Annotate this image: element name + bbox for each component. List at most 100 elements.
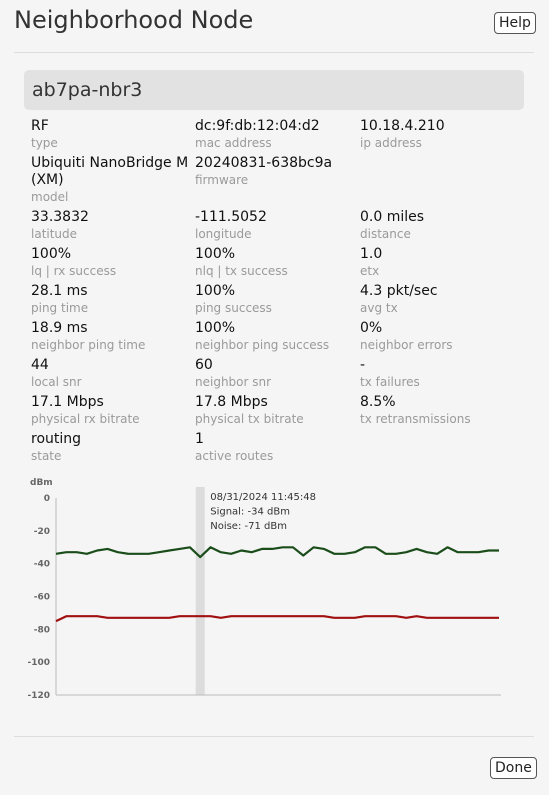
detail-label: etx: [360, 264, 380, 278]
y-tick-label: 0: [44, 494, 50, 504]
detail-cell: 1.0 etx: [360, 246, 521, 283]
detail-label: neighbor ping success: [195, 338, 330, 352]
detail-value: 100%: [195, 283, 236, 299]
detail-value: 100%: [31, 246, 72, 262]
detail-label: model: [31, 190, 69, 204]
detail-value: 20240831-638bc9a: [195, 155, 333, 171]
hover-tooltip-line: Signal: -34 dBm: [210, 507, 290, 518]
detail-cell: 20240831-638bc9a firmware: [195, 155, 360, 209]
detail-label: neighbor snr: [195, 375, 272, 389]
detail-label: local snr: [31, 375, 82, 389]
detail-row: 33.3832 latitude -111.5052 longitude 0.0 mil…: [31, 209, 521, 246]
detail-label: type: [31, 136, 58, 150]
y-tick-label: -40: [34, 560, 50, 570]
detail-label: nlq | tx success: [195, 264, 288, 278]
detail-value: dc:9f:db:12:04:d2: [195, 118, 320, 134]
detail-label: longitude: [195, 227, 252, 241]
detail-label: tx retransmissions: [360, 412, 471, 426]
y-tick-label: -120: [27, 691, 50, 701]
detail-cell: 0.0 miles distance: [360, 209, 521, 246]
detail-label: active routes: [195, 449, 274, 463]
detail-label: mac address: [195, 136, 272, 150]
detail-value: 17.1 Mbps: [31, 394, 104, 410]
detail-cell: RF type: [31, 118, 195, 155]
detail-cell: 28.1 ms ping time: [31, 283, 195, 320]
detail-row: 44 local snr 60 neighbor snr - tx failures: [31, 357, 521, 394]
detail-value: -: [360, 357, 366, 373]
detail-label: ping time: [31, 301, 89, 315]
detail-label: physical rx bitrate: [31, 412, 140, 426]
detail-value: 10.18.4.210: [360, 118, 445, 134]
node-name: ab7pa-nbr3: [32, 79, 143, 101]
detail-label: neighbor ping time: [31, 338, 146, 352]
detail-cell: [360, 155, 521, 209]
detail-row: 28.1 ms ping time 100% ping success 4.3 pkt/…: [31, 283, 521, 320]
detail-cell: routing state: [31, 431, 195, 468]
detail-cell: [360, 431, 521, 468]
done-button[interactable]: Done: [490, 757, 537, 779]
detail-value: 100%: [195, 320, 236, 336]
y-tick-label: -80: [34, 625, 50, 635]
detail-cell: 0% neighbor errors: [360, 320, 521, 357]
detail-row: routing state 1 active routes: [31, 431, 521, 468]
detail-row: 17.1 Mbps physical rx bitrate 17.8 Mbps phy…: [31, 394, 521, 431]
dialog-title: Neighborhood Node: [14, 6, 254, 34]
y-tick-label: -20: [34, 527, 50, 537]
detail-cell: 8.5% tx retransmissions: [360, 394, 521, 431]
help-button[interactable]: Help: [494, 12, 536, 34]
detail-cell: 100% nlq | tx success: [195, 246, 360, 283]
node-details-grid: RF type dc:9f:db:12:04:d2 mac address 10.18.…: [31, 118, 521, 468]
hover-tooltip-line: 08/31/2024 11:45:48: [210, 492, 316, 503]
detail-cell: dc:9f:db:12:04:d2 mac address: [195, 118, 360, 155]
detail-value: 60: [195, 357, 213, 373]
detail-cell: 100% neighbor ping success: [195, 320, 360, 357]
detail-cell: 100% ping success: [195, 283, 360, 320]
y-tick-label: -100: [27, 658, 50, 668]
detail-value: Ubiquiti NanoBridge M (XM): [31, 155, 189, 188]
detail-value: 44: [31, 357, 49, 373]
detail-value: 33.3832: [31, 209, 89, 225]
detail-label: avg tx: [360, 301, 398, 315]
detail-value: 28.1 ms: [31, 283, 88, 299]
detail-value: routing: [31, 431, 82, 447]
detail-cell: 60 neighbor snr: [195, 357, 360, 394]
detail-label: lq | rx success: [31, 264, 117, 278]
detail-value: 0.0 miles: [360, 209, 425, 225]
detail-value: 8.5%: [360, 394, 396, 410]
signal-noise-chart[interactable]: dBm 0 -20 -40 -60 -80 -100 -120 08/31/2024 11:45…: [24, 474, 524, 714]
detail-label: distance: [360, 227, 411, 241]
detail-row: RF type dc:9f:db:12:04:d2 mac address 10.18.…: [31, 118, 521, 155]
detail-row: 18.9 ms neighbor ping time 100% neighbor pi…: [31, 320, 521, 357]
detail-value: 17.8 Mbps: [195, 394, 268, 410]
detail-value: 100%: [195, 246, 236, 262]
detail-cell: 1 active routes: [195, 431, 360, 468]
detail-label: physical tx bitrate: [195, 412, 304, 426]
footer-divider: [14, 736, 534, 737]
detail-label: state: [31, 449, 62, 463]
detail-label: firmware: [195, 173, 249, 187]
detail-cell: 10.18.4.210 ip address: [360, 118, 521, 155]
detail-label: latitude: [31, 227, 78, 241]
hover-band: [195, 487, 205, 695]
y-tick-label: -60: [34, 593, 50, 603]
detail-value: 1.0: [360, 246, 383, 262]
series-line-0: [55, 546, 499, 559]
detail-value: 0%: [360, 320, 383, 336]
header-divider: [14, 52, 534, 53]
node-header: ab7pa-nbr3: [24, 70, 524, 110]
detail-cell: 17.8 Mbps physical tx bitrate: [195, 394, 360, 431]
detail-cell: 100% lq | rx success: [31, 246, 195, 283]
detail-value: 4.3 pkt/sec: [360, 283, 438, 299]
detail-value: RF: [31, 118, 49, 134]
detail-value: -111.5052: [195, 209, 267, 225]
detail-label: tx failures: [360, 375, 420, 389]
detail-value: 1: [195, 431, 204, 447]
y-axis-label: dBm: [30, 478, 53, 488]
detail-label: neighbor errors: [360, 338, 453, 352]
detail-label: ping success: [195, 301, 272, 315]
detail-cell: 17.1 Mbps physical rx bitrate: [31, 394, 195, 431]
hover-tooltip-line: Noise: -71 dBm: [210, 521, 287, 532]
detail-cell: - tx failures: [360, 357, 521, 394]
series-line-1: [55, 615, 499, 623]
detail-cell: 33.3832 latitude: [31, 209, 195, 246]
